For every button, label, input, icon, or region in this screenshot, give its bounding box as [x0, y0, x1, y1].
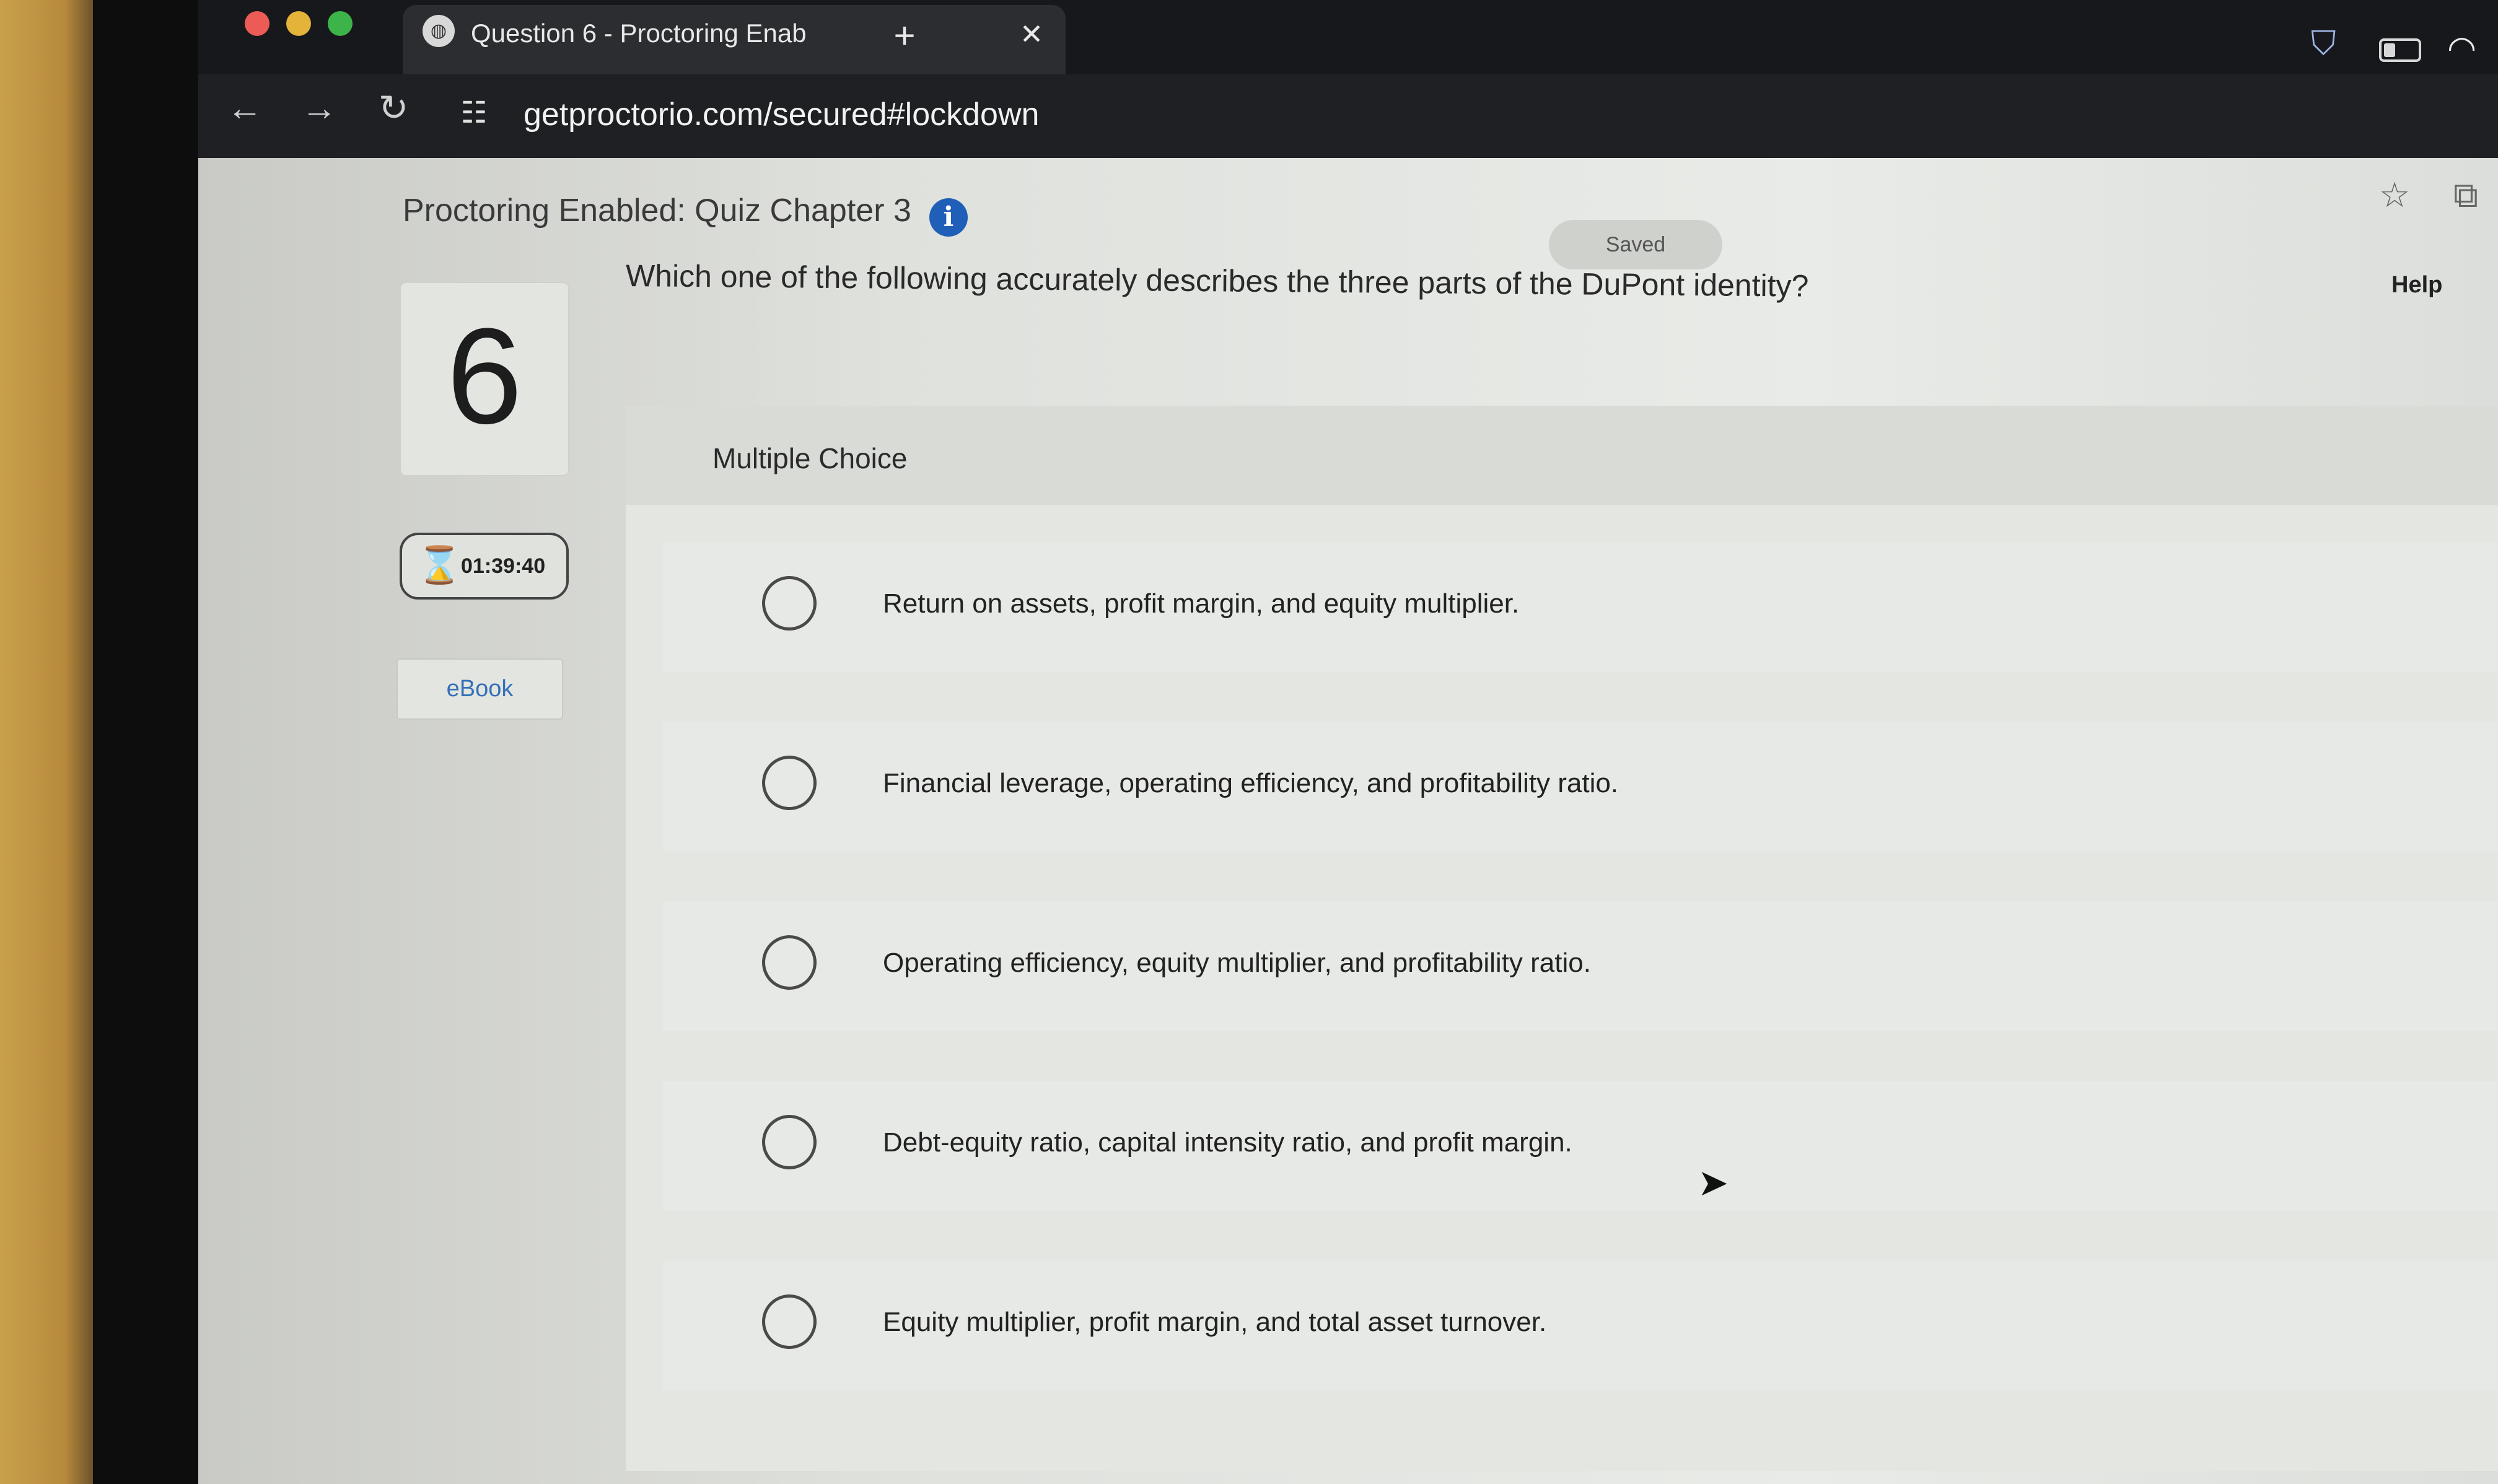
multiple-choice-header: Multiple Choice — [626, 406, 2498, 505]
answer-option-text[interactable]: Operating efficiency, equity multiplier,… — [883, 938, 2246, 988]
answer-option-text[interactable]: Equity multiplier, profit margin, and to… — [883, 1298, 2246, 1347]
tab-close-icon[interactable]: ✕ — [1016, 19, 1047, 50]
radio-button[interactable] — [762, 1115, 817, 1169]
hourglass-icon: ⌛ — [417, 545, 462, 585]
answer-option[interactable]: Operating efficiency, equity multiplier,… — [663, 901, 2498, 1031]
mouse-pointer-icon: ➤ — [1698, 1162, 1729, 1203]
back-button[interactable]: ← — [223, 87, 266, 130]
address-bar[interactable]: ☷ getproctorio.com/secured#lockdown — [446, 85, 2429, 141]
wifi-icon: ◠ — [2447, 30, 2477, 67]
answer-option-text[interactable]: Financial leverage, operating efficiency… — [883, 759, 2246, 808]
info-icon[interactable]: i — [929, 198, 968, 237]
battery-icon — [2379, 38, 2421, 62]
shield-icon: ⛉ — [2311, 25, 2336, 62]
minimize-window-button[interactable] — [286, 11, 311, 36]
tab-strip: ◍ Question 6 - Proctoring Enab ✕ + ⛉ ◠ — [198, 0, 2498, 74]
question-number: 6 — [446, 300, 523, 452]
extensions-icon[interactable]: ⧉ — [2453, 173, 2478, 217]
new-tab-button[interactable]: + — [886, 17, 923, 55]
radio-button[interactable] — [762, 1294, 817, 1349]
close-window-button[interactable] — [245, 11, 270, 36]
ebook-button[interactable]: eBook — [397, 658, 563, 720]
question-text: Which one of the following accurately de… — [625, 258, 1809, 303]
radio-button[interactable] — [762, 935, 817, 990]
site-info-icon[interactable]: ☷ — [452, 92, 496, 135]
answer-option-text[interactable]: Return on assets, profit margin, and equ… — [883, 579, 2246, 629]
radio-button[interactable] — [762, 576, 817, 631]
bookmark-star-icon[interactable]: ☆ — [2379, 173, 2410, 217]
answer-option[interactable]: Equity multiplier, profit margin, and to… — [663, 1260, 2498, 1390]
globe-icon: ◍ — [423, 15, 455, 47]
tab-title: Question 6 - Proctoring Enab — [471, 19, 807, 48]
question-number-box: 6 — [400, 282, 569, 476]
tab-question-6[interactable]: ◍ Question 6 - Proctoring Enab ✕ — [403, 5, 1066, 74]
answer-option[interactable]: Return on assets, profit margin, and equ… — [663, 542, 2498, 672]
answer-option[interactable]: Financial leverage, operating efficiency… — [663, 722, 2498, 852]
quiz-page: ☆ ⧉ Proctoring Enabled: Quiz Chapter 3 i… — [198, 158, 2498, 1484]
multiple-choice-label: Multiple Choice — [712, 442, 908, 474]
maximize-window-button[interactable] — [328, 11, 353, 36]
timer: ⌛ 01:39:40 — [400, 533, 569, 600]
answer-option-text[interactable]: Debt-equity ratio, capital intensity rat… — [883, 1118, 2246, 1168]
forward-button[interactable]: → — [297, 87, 341, 130]
radio-button[interactable] — [762, 756, 817, 810]
reload-button[interactable]: ↻ — [372, 87, 415, 130]
multiple-choice-panel: Multiple Choice Return on assets, profit… — [626, 406, 2498, 1471]
quiz-title: Proctoring Enabled: Quiz Chapter 3 — [403, 193, 911, 229]
browser-chrome: ◍ Question 6 - Proctoring Enab ✕ + ⛉ ◠ ←… — [198, 0, 2498, 161]
timer-text: 01:39:40 — [461, 554, 546, 578]
help-link[interactable]: Help — [2391, 263, 2491, 307]
url-text[interactable]: getproctorio.com/secured#lockdown — [524, 93, 1267, 136]
answer-option[interactable]: Debt-equity ratio, capital intensity rat… — [663, 1081, 2498, 1211]
laptop-bezel — [93, 0, 204, 1484]
